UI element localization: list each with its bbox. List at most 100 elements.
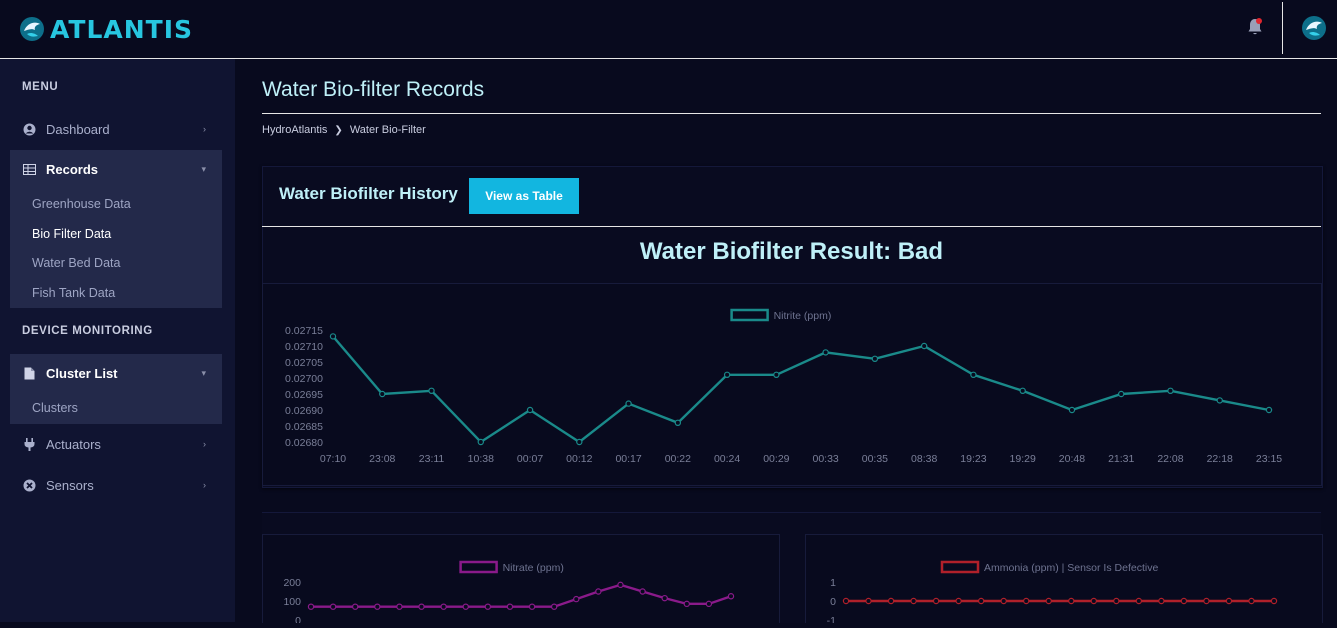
x-tick-label: 00:29 [763, 453, 789, 465]
y-tick-label: 0.02680 [285, 437, 323, 449]
sidebar-item-sensors[interactable]: Sensors › [10, 466, 222, 504]
data-point [1248, 597, 1255, 605]
data-point [595, 588, 602, 595]
series-line [311, 583, 732, 608]
y-tick-label: 0.02695 [285, 389, 323, 401]
data-point [977, 597, 985, 605]
page-title: Water Bio-filter Records [262, 78, 485, 101]
data-point [374, 603, 381, 610]
data-point [550, 603, 558, 610]
data-point [477, 438, 484, 446]
data-point [1000, 597, 1007, 605]
submenu-clusters[interactable]: Clusters [32, 401, 78, 415]
data-point [462, 603, 469, 610]
data-point [1045, 597, 1052, 605]
x-tick-label: 19:23 [960, 453, 986, 465]
result-title: Water Biofilter Result: Bad [639, 238, 944, 265]
data-point [396, 603, 403, 610]
y-tick-label: 0.02690 [285, 405, 323, 417]
data-point [1118, 390, 1125, 398]
data-point [1019, 387, 1026, 395]
top-bar: ATLANTIS [0, 0, 1337, 59]
data-point [723, 371, 731, 379]
submenu-bio-filter-data[interactable]: Bio Filter Data [32, 227, 111, 241]
data-point [440, 603, 447, 610]
nitrate-chart-panel: Nitrate (ppm) 200 100 0 [262, 534, 780, 627]
y-tick-label: 0 [830, 596, 836, 608]
submenu-greenhouse-data[interactable]: Greenhouse Data [32, 197, 131, 211]
breadcrumb: HydroAtlantis ❯ Water Bio-Filter [262, 124, 426, 136]
nitrate-chart: Nitrate (ppm)2001000 [283, 560, 735, 627]
sidebar-item-label: Dashboard [46, 121, 110, 137]
data-point [705, 600, 713, 608]
data-point [1167, 387, 1174, 395]
data-point [773, 371, 780, 379]
breadcrumb-current: Water Bio-Filter [349, 124, 426, 136]
data-point [727, 593, 735, 600]
data-point [639, 588, 646, 595]
submenu-fish-tank-data[interactable]: Fish Tank Data [32, 286, 115, 300]
data-point [1113, 597, 1120, 605]
bell-icon[interactable] [1246, 17, 1264, 37]
data-point [1270, 597, 1278, 605]
x-tick-label: 21:31 [1108, 453, 1134, 465]
chevron-right-icon: › [203, 439, 206, 449]
user-circle-icon [22, 122, 36, 136]
data-point [865, 597, 872, 605]
data-point [428, 387, 435, 395]
sidebar-item-actuators[interactable]: Actuators › [10, 425, 222, 463]
y-tick-label: 1 [830, 577, 836, 589]
data-point [352, 603, 359, 610]
user-avatar[interactable] [1300, 14, 1328, 42]
data-point [842, 597, 850, 605]
y-tick-label: 0.02700 [285, 373, 323, 385]
legend-label: Nitrate (ppm) [503, 562, 564, 574]
x-tick-label: 00:24 [714, 453, 740, 465]
sidebar-item-label: Records [46, 161, 99, 177]
logo-text: ATLANTIS [50, 14, 194, 44]
sidebar-item-label: Sensors [46, 477, 94, 493]
x-tick-label: 23:11 [419, 453, 445, 465]
legend-label: Nitrite (ppm) [774, 310, 832, 322]
sidebar-item-records[interactable]: Records ▾ [10, 150, 222, 188]
x-circle-icon [22, 478, 36, 492]
x-tick-label: 00:07 [517, 453, 543, 465]
caret-down-icon: ▾ [201, 163, 206, 174]
data-point [1135, 597, 1143, 605]
data-point [1068, 597, 1075, 605]
y-tick-label: 0.02715 [285, 325, 323, 337]
view-as-table-button[interactable]: View as Table [469, 178, 579, 214]
data-point [1180, 597, 1188, 605]
data-point [887, 597, 895, 605]
breadcrumb-home[interactable]: HydroAtlantis [262, 124, 327, 136]
plug-icon [22, 437, 36, 451]
data-point [1090, 597, 1097, 605]
data-point [1225, 597, 1233, 605]
x-tick-label: 08:38 [911, 453, 937, 465]
dragon-emblem-icon [20, 17, 44, 41]
data-point [329, 603, 337, 610]
data-point [920, 342, 928, 350]
sidebar-item-cluster-list[interactable]: Cluster List ▾ [10, 354, 222, 392]
file-icon [22, 366, 36, 380]
data-point [307, 603, 315, 610]
x-tick-label: 22:08 [1157, 453, 1183, 465]
chevron-right-icon: › [203, 124, 206, 134]
table-icon [22, 162, 36, 176]
data-point [822, 349, 829, 356]
sidebar-item-dashboard[interactable]: Dashboard › [10, 110, 222, 148]
y-tick-label: 0.02710 [285, 341, 323, 353]
data-point [1068, 406, 1076, 414]
app-logo[interactable]: ATLANTIS [18, 12, 193, 46]
data-point [506, 603, 514, 610]
title-divider [262, 113, 1321, 114]
y-tick-label: 200 [283, 577, 301, 589]
nitrite-chart-panel: Nitrite (ppm) 0.02715 0.02710 0.02705 0.0270… [262, 283, 1322, 486]
legend-label: Ammonia (ppm) | Sensor Is Defective [984, 562, 1158, 574]
data-point [955, 597, 962, 605]
data-point [683, 600, 690, 608]
data-point [910, 597, 917, 605]
data-point [484, 603, 492, 610]
submenu-water-bed-data[interactable]: Water Bed Data [32, 256, 120, 270]
data-point [526, 406, 534, 414]
